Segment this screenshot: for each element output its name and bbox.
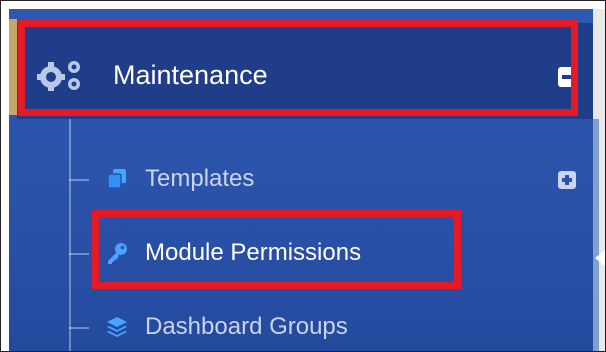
tree-line-horizontal	[69, 327, 89, 329]
sidebar-item-dashboard-groups[interactable]: Dashboard Groups	[105, 307, 565, 347]
sidebar-item-templates-label: Templates	[145, 165, 255, 192]
tree-line-vertical	[69, 119, 71, 351]
plus-square-icon[interactable]	[558, 171, 576, 189]
screenshot-frame: Maintenance Templates Module Permissions…	[0, 0, 606, 352]
sidebar-item-templates[interactable]: Templates	[105, 159, 565, 199]
highlight-box-module-permissions	[92, 210, 461, 289]
highlight-box-maintenance	[18, 20, 578, 116]
sidebar-edge-accent	[9, 19, 17, 115]
tree-line-horizontal	[69, 253, 89, 255]
sidebar-item-dashboard-groups-label: Dashboard Groups	[145, 313, 348, 340]
copy-icon	[107, 169, 126, 189]
active-caret-icon	[595, 250, 605, 266]
tree-line-horizontal	[69, 179, 89, 181]
layers-icon	[107, 317, 127, 337]
scrollbar-thumb[interactable]	[593, 119, 599, 351]
